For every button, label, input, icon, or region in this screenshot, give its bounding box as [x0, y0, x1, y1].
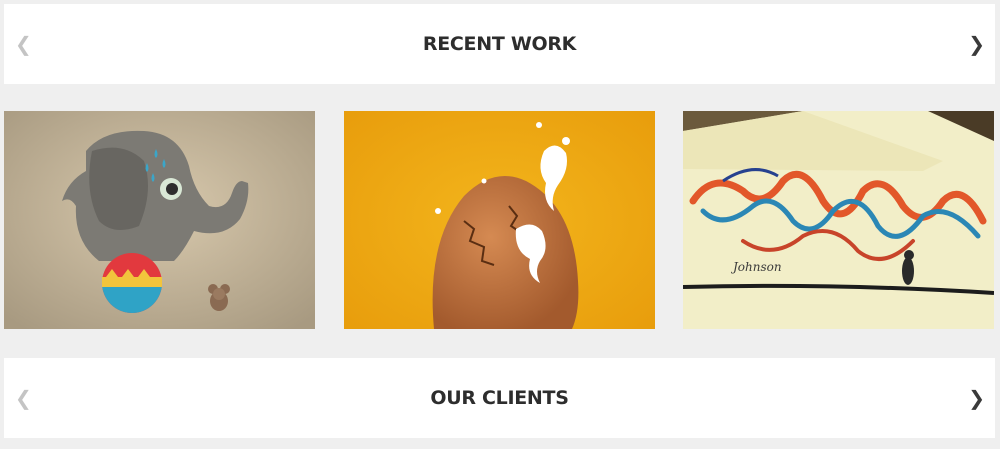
hand-lettering-image: Johnson	[683, 111, 994, 329]
our-clients-prev-arrow-icon[interactable]: ❮	[15, 388, 32, 408]
recent-work-prev-arrow-icon[interactable]: ❮	[15, 34, 32, 54]
recent-work-header: ❮ RECENT WORK ❯	[4, 4, 995, 84]
cracking-egg-image	[344, 111, 655, 329]
our-clients-next-arrow-icon[interactable]: ❯	[968, 388, 985, 408]
recent-work-next-arrow-icon[interactable]: ❯	[968, 34, 985, 54]
recent-work-item-lettering[interactable]: Johnson	[683, 111, 994, 329]
signature-text: Johnson	[730, 260, 782, 274]
our-clients-header: ❮ OUR CLIENTS ❯	[4, 358, 995, 438]
elephant-illustration-image	[4, 111, 315, 329]
recent-work-item-egg[interactable]	[344, 111, 655, 329]
our-clients-title: OUR CLIENTS	[430, 387, 569, 409]
recent-work-item-elephant[interactable]	[4, 111, 315, 329]
recent-work-title: RECENT WORK	[422, 33, 577, 55]
